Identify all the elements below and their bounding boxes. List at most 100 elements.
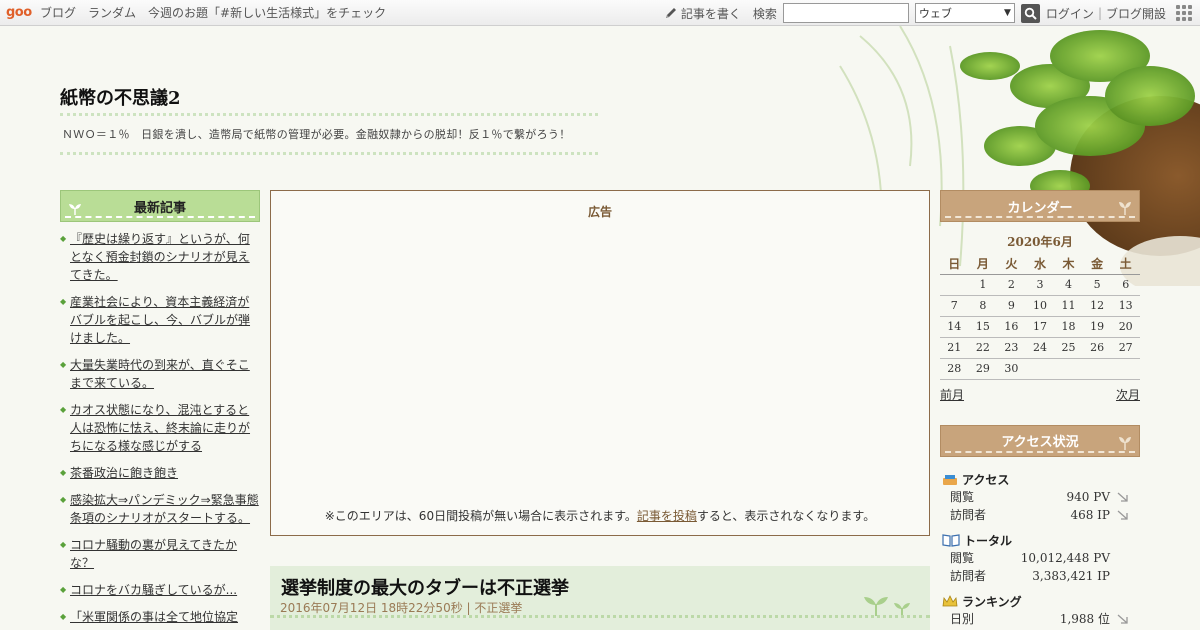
access-section: アクセス状況 アクセス 閲覧 940 PV 訪問者 468 IP トータル 閲覧… — [940, 424, 1140, 628]
calendar-day: 15 — [968, 316, 998, 338]
crown-icon — [942, 595, 958, 607]
calendar-day: 14 — [940, 316, 969, 338]
recent-article-link[interactable]: 「米軍関係の事は全て地位協定 — [70, 610, 238, 624]
recent-article-link[interactable]: 大量失業時代の到来が、直ぐそこまで来ている。 — [70, 358, 250, 390]
calendar-day: 6 — [1111, 274, 1140, 296]
goo-logo[interactable]: goo — [6, 5, 40, 20]
article-category-link[interactable]: 不正選挙 — [474, 601, 522, 615]
calendar-week-row: 28 29 30 — [940, 358, 1140, 380]
recent-article-link[interactable]: 感染拡大⇒パンデミック⇒緊急事態条項のシナリオがスタートする。 — [70, 493, 259, 525]
access-group: アクセス 閲覧 940 PV 訪問者 468 IP — [940, 471, 1140, 524]
search-scope-select[interactable]: ウェブ ▼ — [914, 3, 1015, 23]
calendar-day: 13 — [1111, 295, 1140, 317]
global-topbar: goo ブログ ランダム 今週のお題「#新しい生活様式」をチェック 記事を書く … — [0, 0, 1200, 26]
recent-article-link[interactable]: 茶番政治に飽き飽き — [70, 466, 178, 480]
calendar-day — [1054, 358, 1083, 380]
access-group: トータル 閲覧 10,012,448 PV 訪問者 3,383,421 IP — [940, 532, 1140, 585]
calendar-week-row: 21 22 23 24 25 26 27 — [940, 337, 1140, 359]
weekday-label: 月 — [968, 254, 998, 275]
calendar-day: 1 — [968, 274, 998, 296]
prev-month-link[interactable]: 前月 — [940, 386, 964, 403]
search-scope-value: ウェブ — [918, 7, 952, 20]
access-group-title: アクセス — [962, 472, 1010, 487]
access-row: 閲覧 940 PV — [950, 488, 1140, 506]
weekday-label: 火 — [997, 254, 1026, 275]
article-title[interactable]: 選挙制度の最大のタブーは不正選挙 — [281, 574, 569, 600]
recent-article-link[interactable]: コロナ騒動の裏が見えてきたかな？ — [70, 538, 237, 570]
list-item: 大量失業時代の到来が、直ぐそこまで来ている。 — [60, 356, 260, 392]
recent-article-link[interactable]: コロナをバカ騒ぎしているが... — [70, 583, 237, 597]
weekday-label: 木 — [1054, 254, 1083, 275]
calendar-day: 17 — [1025, 316, 1055, 338]
calendar-day: 16 — [997, 316, 1026, 338]
topnav-weekly-topic-link[interactable]: 今週のお題「#新しい生活様式」をチェック — [148, 4, 386, 21]
calendar-day — [940, 274, 969, 296]
access-row-value: 468 IP — [1070, 507, 1110, 522]
calendar-day: 20 — [1111, 316, 1140, 338]
book-icon — [942, 534, 960, 547]
topnav-blog-link[interactable]: ブログ — [40, 4, 76, 21]
access-header: アクセス状況 — [940, 424, 1140, 457]
calendar-nav: 前月 次月 — [940, 386, 1140, 403]
access-heading: アクセス状況 — [1001, 435, 1079, 450]
calendar-day: 28 — [940, 358, 969, 380]
calendar-day: 26 — [1082, 337, 1112, 359]
post-article-link[interactable]: 記事を投稿 — [637, 509, 697, 523]
recent-articles-heading: 最新記事 — [133, 200, 186, 216]
open-blog-link[interactable]: ブログ開設 — [1106, 5, 1166, 22]
access-row-value: 940 PV — [1066, 489, 1110, 504]
ad-note: ※このエリアは、60日間投稿が無い場合に表示されます。記事を投稿すると、表示され… — [271, 507, 929, 524]
calendar-day: 25 — [1054, 337, 1083, 359]
search-button[interactable] — [1020, 3, 1040, 23]
top-nav: ブログ ランダム 今週のお題「#新しい生活様式」をチェック — [40, 4, 398, 21]
calendar-day: 24 — [1025, 337, 1055, 359]
calendar-day: 8 — [968, 295, 998, 317]
login-link[interactable]: ログイン — [1046, 5, 1094, 22]
access-row-label: 訪問者 — [950, 569, 987, 583]
search-icon — [1024, 7, 1037, 20]
calendar-day: 11 — [1054, 295, 1083, 317]
right-sidebar: カレンダー 2020年6月 日 月 火 水 木 金 土 1 2 3 4 5 6 … — [940, 190, 1140, 628]
sprout-icon — [864, 597, 910, 616]
list-item: 感染拡大⇒パンデミック⇒緊急事態条項のシナリオがスタートする。 — [60, 491, 260, 527]
calendar-day — [1111, 358, 1140, 380]
next-month-link[interactable]: 次月 — [1116, 386, 1140, 403]
topnav-random-link[interactable]: ランダム — [88, 4, 136, 21]
calendar-day: 7 — [940, 295, 969, 317]
left-sidebar: 最新記事 『歴史は繰り返す』というが、何となく預金封鎖のシナリオが見えてきた。 … — [60, 190, 260, 630]
calendar-week-row: 7 8 9 10 11 12 13 — [940, 295, 1140, 317]
access-row-value: 10,012,448 PV — [1020, 550, 1110, 565]
access-group: ランキング 日別 1,988 位 — [940, 593, 1140, 628]
write-article-link[interactable]: 記事を書く — [681, 5, 741, 22]
calendar-day: 22 — [968, 337, 998, 359]
recent-article-link[interactable]: カオス状態になり、混沌とすると人は恐怖に怯え、終末論に走りがちになる様な感じがす… — [70, 403, 250, 453]
ad-note-text-before: ※このエリアは、60日間投稿が無い場合に表示されます。 — [324, 509, 637, 523]
calendar-day: 30 — [997, 358, 1026, 380]
access-group-header: トータル — [942, 532, 1140, 549]
calendar-day: 21 — [940, 337, 969, 359]
calendar-header: カレンダー — [940, 190, 1140, 222]
article-header: 選挙制度の最大のタブーは不正選挙 2016年07月12日 18時22分50秒 |… — [270, 566, 930, 630]
calendar-day: 2 — [997, 274, 1026, 296]
blog-description: ＮＷＯ＝１％ 日銀を潰し、造幣局で紙幣の管理が必要。金融奴隷からの脱却！反１％で… — [62, 128, 571, 141]
calendar-day: 5 — [1082, 274, 1112, 296]
access-row-label: 閲覧 — [950, 551, 975, 565]
ad-area: 広告 ※このエリアは、60日間投稿が無い場合に表示されます。記事を投稿すると、表… — [270, 190, 930, 536]
list-item: 産業社会により、資本主義経済がバブルを起こし、今、バブルが弾けました。 — [60, 293, 260, 347]
sprout-icon — [69, 204, 81, 215]
calendar-day: 18 — [1054, 316, 1083, 338]
app-grid-icon[interactable] — [1176, 5, 1192, 21]
blog-title[interactable]: 紙幣の不思議2 — [60, 84, 181, 110]
recent-articles-header: 最新記事 — [60, 190, 260, 222]
calendar-day: 10 — [1025, 295, 1055, 317]
weekday-label: 日 — [940, 254, 969, 275]
access-group-title: ランキング — [962, 594, 1022, 609]
recent-article-link[interactable]: 産業社会により、資本主義経済がバブルを起こし、今、バブルが弾けました。 — [70, 295, 250, 345]
topbar-right: 記事を書く 検索 ウェブ ▼ ログイン | ブログ開設 — [664, 0, 1200, 26]
sprout-icon — [1119, 436, 1131, 450]
calendar-day — [1025, 358, 1055, 380]
recent-article-link[interactable]: 『歴史は繰り返す』というが、何となく預金封鎖のシナリオが見えてきた。 — [70, 232, 250, 282]
access-group-title: トータル — [964, 533, 1013, 548]
calendar-week-row: 1 2 3 4 5 6 — [940, 274, 1140, 296]
search-input[interactable] — [782, 3, 909, 23]
